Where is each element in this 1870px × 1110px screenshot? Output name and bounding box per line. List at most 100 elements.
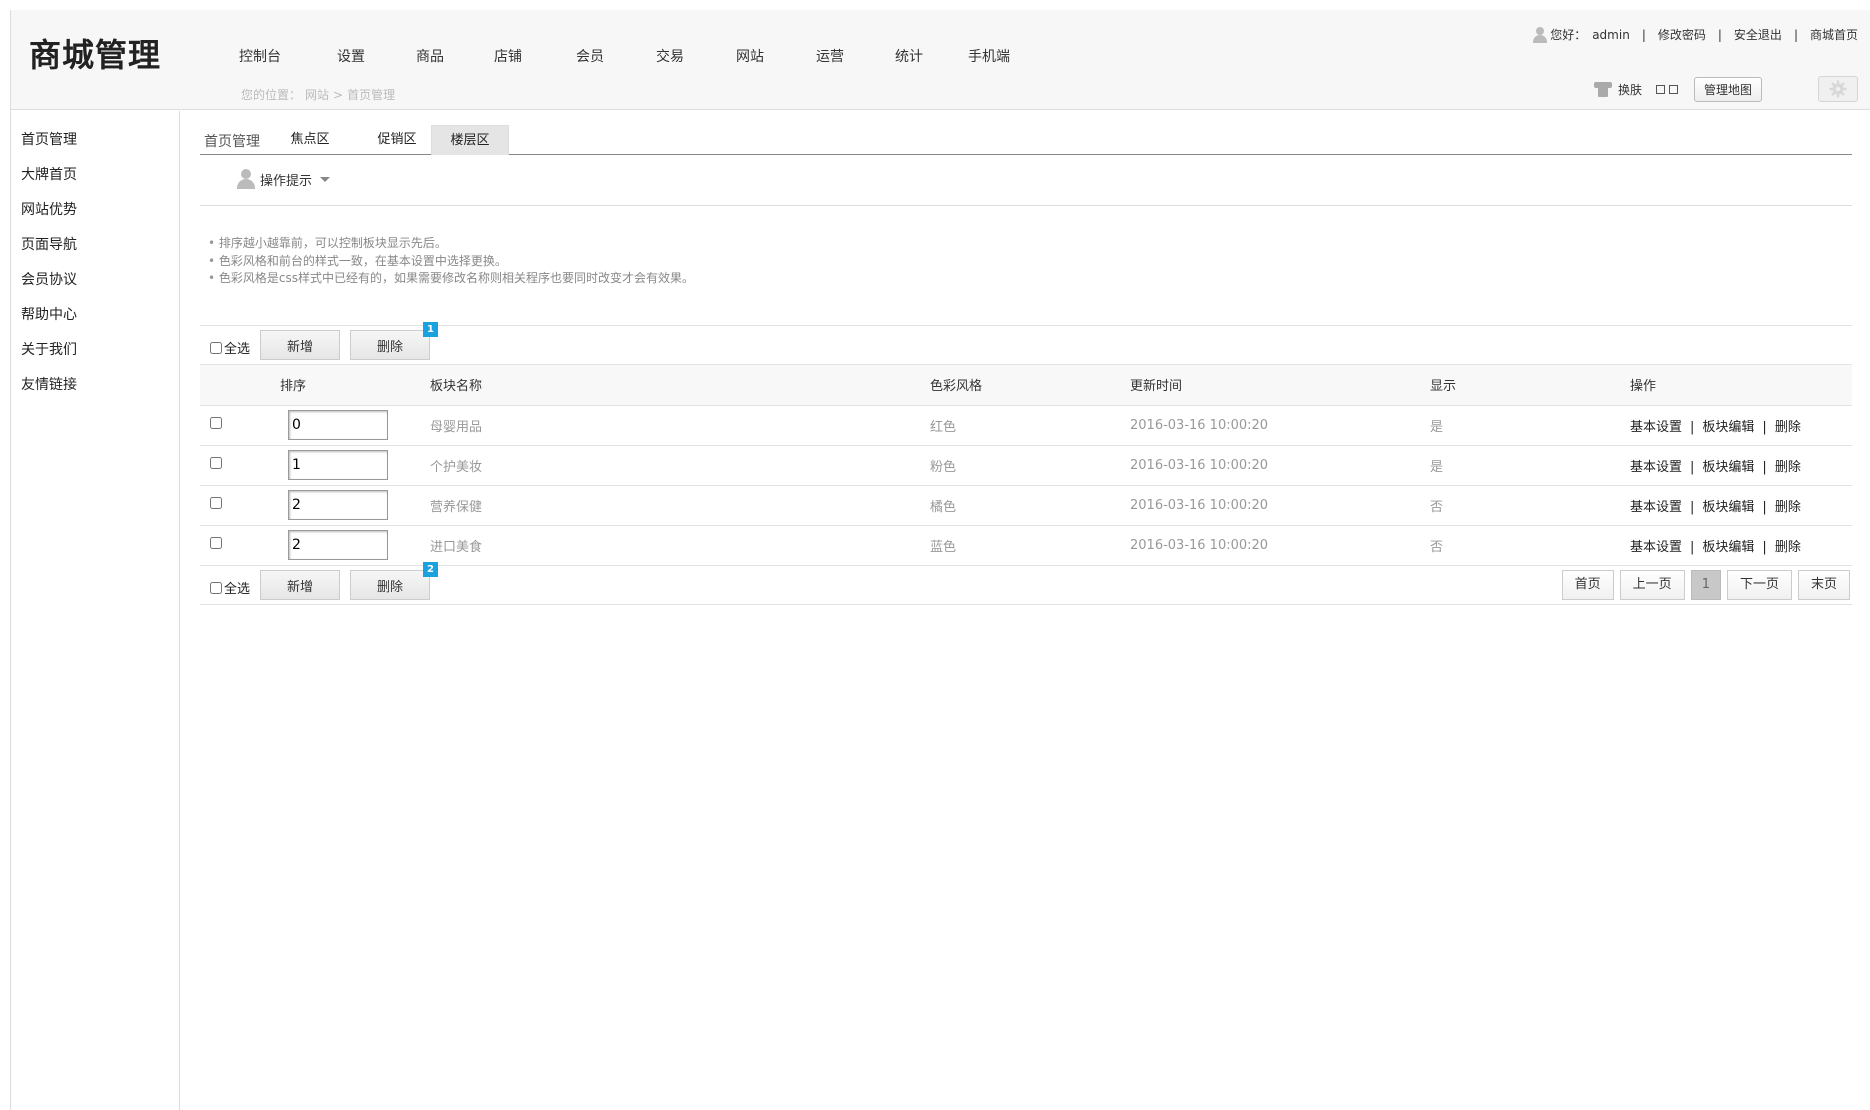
sidebar-item-page-nav[interactable]: 页面导航 — [21, 234, 77, 254]
nav-members[interactable]: 会员 — [576, 46, 604, 66]
delete-button[interactable]: 删除 — [350, 330, 430, 360]
sidebar-item-home-manage[interactable]: 首页管理 — [21, 129, 77, 149]
separator: | — [1717, 27, 1722, 42]
tab-focus-area[interactable]: 焦点区 — [278, 125, 342, 155]
nav-trade[interactable]: 交易 — [656, 46, 684, 66]
select-all-bottom[interactable]: 全选 — [210, 578, 250, 597]
page-current[interactable]: 1 — [1690, 570, 1721, 600]
select-all-checkbox[interactable] — [210, 581, 222, 594]
block-edit-link[interactable]: 板块编辑 — [1702, 460, 1754, 475]
nav-website[interactable]: 网站 — [736, 46, 764, 66]
page-prev[interactable]: 上一页 — [1619, 570, 1685, 600]
settings-button[interactable] — [1818, 76, 1858, 102]
sidebar-item-site-advantage[interactable]: 网站优势 — [21, 199, 77, 219]
basic-settings-link[interactable]: 基本设置 — [1630, 420, 1682, 435]
color-style: 橘色 — [930, 485, 1130, 526]
block-edit-link[interactable]: 板块编辑 — [1702, 420, 1754, 435]
tips-list: 排序越小越靠前，可以控制板块显示先后。 色彩风格和前台的样式一致，在基本设置中选… — [208, 235, 694, 288]
select-all-top[interactable]: 全选 — [210, 338, 250, 357]
sort-input[interactable] — [288, 410, 388, 440]
block-name: 营养保健 — [430, 485, 930, 526]
table-row: 个护美妆 粉色 2016-03-16 10:00:20 是 基本设置 | 板块编辑 |… — [200, 445, 1852, 486]
sort-input[interactable] — [288, 530, 388, 560]
sidebar-item-help-center[interactable]: 帮助中心 — [21, 304, 77, 324]
separator: | — [1762, 499, 1767, 515]
floor-table: 排序 板块名称 色彩风格 更新时间 显示 操作 母婴用品 红色 2016-03-… — [200, 365, 1852, 566]
skin-label[interactable]: 换肤 — [1618, 81, 1642, 98]
badge-2: 2 — [423, 562, 438, 577]
row-actions: 基本设置 | 板块编辑 | 删除 — [1630, 405, 1852, 446]
block-edit-link[interactable]: 板块编辑 — [1702, 500, 1754, 515]
badge-1: 1 — [423, 322, 438, 337]
greeting-label: 您好： — [1550, 28, 1587, 42]
col-update-time: 更新时间 — [1130, 365, 1430, 406]
nav-operation[interactable]: 运营 — [816, 46, 844, 66]
nav-console[interactable]: 控制台 — [239, 46, 281, 66]
select-all-checkbox[interactable] — [210, 341, 222, 354]
block-edit-link[interactable]: 板块编辑 — [1702, 540, 1754, 555]
sidebar-item-brand-home[interactable]: 大牌首页 — [21, 164, 77, 184]
shirt-icon[interactable] — [1593, 81, 1612, 97]
row-checkbox[interactable] — [210, 417, 222, 429]
sort-input[interactable] — [288, 490, 388, 520]
gear-icon — [1829, 80, 1847, 98]
tips-toggle[interactable]: 操作提示 — [236, 169, 331, 189]
separator: | — [1690, 499, 1695, 515]
basic-settings-link[interactable]: 基本设置 — [1630, 460, 1682, 475]
sidebar-item-about-us[interactable]: 关于我们 — [21, 339, 77, 359]
breadcrumb-website[interactable]: 网站 — [305, 88, 329, 102]
delete-button[interactable]: 删除 — [350, 570, 430, 600]
separator: | — [1793, 27, 1798, 42]
add-button[interactable]: 新增 — [260, 330, 340, 360]
nav-stores[interactable]: 店铺 — [494, 46, 522, 66]
col-display: 显示 — [1430, 365, 1630, 406]
sort-input[interactable] — [288, 450, 388, 480]
separator: | — [1690, 539, 1695, 555]
nav-goods[interactable]: 商品 — [416, 46, 444, 66]
nav-settings[interactable]: 设置 — [337, 46, 365, 66]
update-time: 2016-03-16 10:00:20 — [1130, 485, 1430, 526]
sidebar-item-member-agreement[interactable]: 会员协议 — [21, 269, 77, 289]
page-first[interactable]: 首页 — [1561, 570, 1614, 600]
row-checkbox[interactable] — [210, 497, 222, 509]
tip-line: 色彩风格和前台的样式一致，在基本设置中选择更换。 — [208, 253, 694, 271]
change-password-link[interactable]: 修改密码 — [1658, 26, 1706, 43]
display-flag: 否 — [1430, 525, 1630, 566]
block-name: 个护美妆 — [430, 445, 930, 486]
page-last[interactable]: 末页 — [1797, 570, 1850, 600]
separator: | — [1641, 27, 1646, 42]
nav-mobile[interactable]: 手机端 — [968, 46, 1010, 66]
row-delete-link[interactable]: 删除 — [1775, 420, 1801, 435]
nav-statistics[interactable]: 统计 — [895, 46, 923, 66]
tab-promo-area[interactable]: 促销区 — [357, 125, 437, 155]
separator: | — [1762, 539, 1767, 555]
table-row: 母婴用品 红色 2016-03-16 10:00:20 是 基本设置 | 板块编辑 |… — [200, 405, 1852, 446]
col-color-style: 色彩风格 — [930, 365, 1130, 406]
store-home-link[interactable]: 商城首页 — [1810, 26, 1858, 43]
tab-floor-area[interactable]: 楼层区 — [431, 125, 509, 155]
separator: | — [1690, 419, 1695, 435]
block-name: 母婴用品 — [430, 405, 930, 446]
page-next[interactable]: 下一页 — [1726, 570, 1792, 600]
logout-link[interactable]: 安全退出 — [1734, 26, 1782, 43]
row-delete-link[interactable]: 删除 — [1775, 460, 1801, 475]
top-links: 您好： admin | 修改密码 | 安全退出 | 商城首页 — [1532, 26, 1858, 43]
sidebar-item-friend-links[interactable]: 友情链接 — [21, 374, 77, 394]
tip-line: 色彩风格是css样式中已经有的，如果需要修改名称则相关程序也要同时改变才会有效果… — [208, 270, 694, 288]
basic-settings-link[interactable]: 基本设置 — [1630, 540, 1682, 555]
row-actions: 基本设置 | 板块编辑 | 删除 — [1630, 485, 1852, 526]
tips-user-icon — [236, 169, 256, 189]
user-icon — [1532, 26, 1548, 43]
skin-option-1[interactable] — [1655, 84, 1665, 94]
add-button[interactable]: 新增 — [260, 570, 340, 600]
col-block-name: 板块名称 — [430, 365, 930, 406]
color-style: 蓝色 — [930, 525, 1130, 566]
row-checkbox[interactable] — [210, 537, 222, 549]
basic-settings-link[interactable]: 基本设置 — [1630, 500, 1682, 515]
top-header: 商城管理 控制台 设置 商品 店铺 会员 交易 网站 运营 统计 手机端 您的位… — [10, 10, 1870, 110]
row-delete-link[interactable]: 删除 — [1775, 540, 1801, 555]
site-map-button[interactable]: 管理地图 — [1693, 76, 1762, 102]
skin-option-2[interactable] — [1668, 84, 1678, 94]
row-delete-link[interactable]: 删除 — [1775, 500, 1801, 515]
row-checkbox[interactable] — [210, 457, 222, 469]
